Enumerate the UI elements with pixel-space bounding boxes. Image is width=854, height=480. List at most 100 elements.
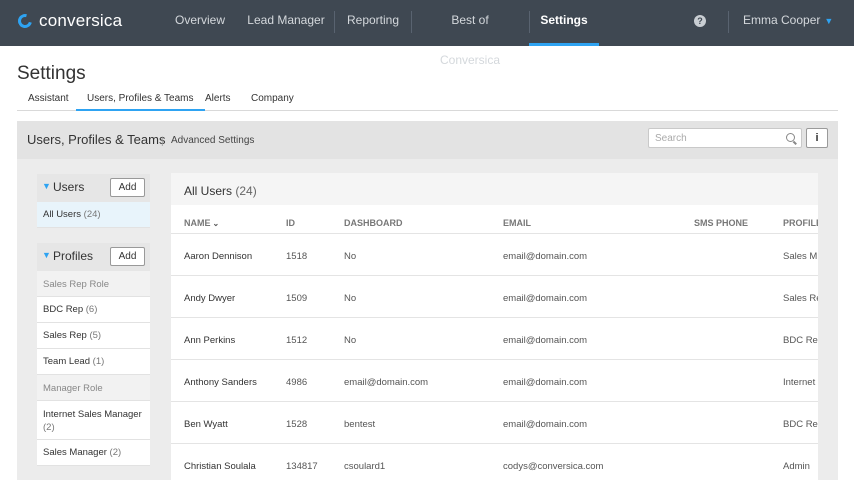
profiles-section-header[interactable]: ▼ Profiles Add	[37, 243, 150, 271]
page-title: Settings	[17, 63, 86, 84]
sidebar-item-all-users[interactable]: All Users (24)	[37, 202, 150, 228]
sidebar-item-count: (5)	[89, 330, 102, 341]
cell-id: 134817	[286, 461, 318, 472]
column-header-dashboard[interactable]: DASHBOARD	[344, 218, 403, 228]
cell-profile: Admin	[783, 461, 810, 472]
nav-best-of-conversica[interactable]: Best of Conversica	[420, 0, 520, 67]
help-icon[interactable]: ?	[694, 15, 706, 27]
search-input[interactable]	[649, 129, 769, 147]
cell-dashboard: csoulard1	[344, 461, 386, 472]
cell-dashboard: No	[344, 335, 357, 346]
top-navbar: conversica Overview Lead Manager Reporti…	[0, 0, 854, 67]
sidebar-item-label: BDC Rep	[43, 304, 84, 315]
cell-profile: Sales Re	[783, 293, 818, 304]
nav-reporting[interactable]: Reporting	[343, 0, 403, 46]
column-header-name[interactable]: NAME ⌄	[184, 218, 219, 228]
cell-name: Christian Soulala	[184, 461, 256, 472]
sidebar-item-label: Sales Rep	[43, 330, 87, 341]
nav-divider	[334, 11, 335, 33]
nav-lead-manager[interactable]: Lead Manager	[247, 0, 325, 46]
cell-email: email@domain.com	[503, 335, 588, 346]
sidebar-item-label: Team Lead	[43, 356, 91, 367]
table-row[interactable]: Christian Soulala 134817 csoulard1 codys@co…	[171, 443, 818, 480]
chevron-down-icon[interactable]: ▼	[42, 250, 51, 260]
cell-name: Aaron Dennison	[184, 251, 253, 262]
table-row[interactable]: Andy Dwyer 1509 No email@domain.com Sales Re	[171, 275, 818, 317]
cell-email: email@domain.com	[503, 293, 588, 304]
conversica-logo-icon	[15, 11, 35, 31]
sidebar-item-bdc-rep[interactable]: BDC Rep (6)	[37, 297, 150, 323]
advanced-settings-link[interactable]: Advanced Settings	[171, 135, 254, 146]
nav-overview[interactable]: Overview	[170, 0, 230, 46]
cell-email: email@domain.com	[503, 419, 588, 430]
column-header-email[interactable]: EMAIL	[503, 218, 531, 228]
sidebar-item-count: (2)	[43, 422, 55, 433]
nav-divider	[411, 11, 412, 33]
cell-dashboard: No	[344, 293, 357, 304]
tab-company[interactable]: Company	[251, 93, 294, 111]
cell-profile: BDC Rep	[783, 335, 818, 346]
tab-alerts[interactable]: Alerts	[205, 93, 231, 111]
cell-dashboard: email@domain.com	[344, 377, 429, 388]
content-header: Users, Profiles & Teams | Advanced Setti…	[17, 121, 838, 159]
sidebar-item-team-lead[interactable]: Team Lead (1)	[37, 349, 150, 375]
cell-profile: BDC Rep	[783, 419, 818, 430]
sidebar-item-label: All Users	[43, 209, 82, 220]
cell-email: codys@conversica.com	[503, 461, 604, 472]
cell-dashboard: bentest	[344, 419, 376, 430]
table-row[interactable]: Ben Wyatt 1528 bentest email@domain.com BDC …	[171, 401, 818, 443]
cell-name: Anthony Sanders	[184, 377, 257, 388]
section-title: Users, Profiles & Teams	[27, 132, 166, 147]
profiles-heading: Profiles	[53, 249, 94, 263]
cell-name: Ann Perkins	[184, 335, 236, 346]
nav-settings[interactable]: Settings	[529, 0, 599, 46]
content-panel: Users, Profiles & Teams | Advanced Setti…	[17, 121, 838, 480]
sidebar-spacer	[37, 228, 150, 243]
sidebar-item-sales-rep[interactable]: Sales Rep (5)	[37, 323, 150, 349]
table-title-bar: All Users (24)	[171, 173, 818, 205]
column-header-sms-phone[interactable]: SMS PHONE	[694, 218, 748, 228]
sidebar: ▼ Users Add All Users (24) ▼ Profiles Ad…	[37, 174, 150, 466]
table-row[interactable]: Aaron Dennison 1518 No email@domain.com Sale…	[171, 233, 818, 275]
cell-id: 1518	[286, 251, 308, 262]
nav-divider	[728, 11, 729, 33]
chevron-down-icon: ⌄	[212, 219, 220, 228]
column-header-profile[interactable]: PROFILE	[783, 218, 818, 228]
table-row[interactable]: Anthony Sanders 4986 email@domain.com email…	[171, 359, 818, 401]
cell-id: 1509	[286, 293, 308, 304]
tab-assistant[interactable]: Assistant	[28, 93, 69, 111]
cell-profile: Sales M	[783, 251, 818, 262]
cell-dashboard: No	[344, 251, 357, 262]
cell-email: email@domain.com	[503, 251, 588, 262]
profile-group-sales-rep-role: Sales Rep Role	[37, 271, 150, 297]
title-separator: |	[161, 136, 164, 147]
add-profile-button[interactable]: Add	[110, 247, 145, 266]
table-row[interactable]: Ann Perkins 1512 No email@domain.com BDC Rep	[171, 317, 818, 359]
info-button[interactable]: i	[806, 128, 828, 148]
sidebar-item-sales-manager[interactable]: Sales Manager (2)	[37, 440, 150, 466]
cell-id: 1528	[286, 419, 308, 430]
sidebar-item-internet-sales-manager[interactable]: Internet Sales Manager (2)	[37, 401, 150, 440]
table-title: All Users	[184, 184, 233, 198]
column-header-label: NAME	[184, 218, 211, 228]
profile-group-manager-role: Manager Role	[37, 375, 150, 401]
search-box	[648, 128, 802, 148]
chevron-down-icon[interactable]: ▼	[42, 181, 51, 191]
column-header-id[interactable]: ID	[286, 218, 295, 228]
brand-logo[interactable]: conversica	[15, 11, 122, 31]
cell-profile: Internet	[783, 377, 816, 388]
settings-tabs: Assistant Users, Profiles & Teams Alerts…	[17, 88, 838, 111]
users-heading: Users	[53, 180, 85, 194]
sidebar-item-label: Sales Manager	[43, 447, 107, 458]
sidebar-item-count: (1)	[92, 356, 105, 367]
sidebar-item-count: (2)	[109, 447, 122, 458]
add-user-button[interactable]: Add	[110, 178, 145, 197]
cell-email: email@domain.com	[503, 377, 588, 388]
sidebar-item-count: (6)	[85, 304, 98, 315]
cell-name: Ben Wyatt	[184, 419, 228, 430]
users-section-header[interactable]: ▼ Users Add	[37, 174, 150, 202]
tab-users-profiles-teams[interactable]: Users, Profiles & Teams	[76, 93, 205, 111]
users-table: All Users (24) NAME ⌄ ID DASHBOARD EMAIL …	[171, 173, 818, 480]
user-menu[interactable]: Emma Cooper ▼	[743, 13, 833, 27]
search-icon[interactable]	[786, 133, 795, 142]
